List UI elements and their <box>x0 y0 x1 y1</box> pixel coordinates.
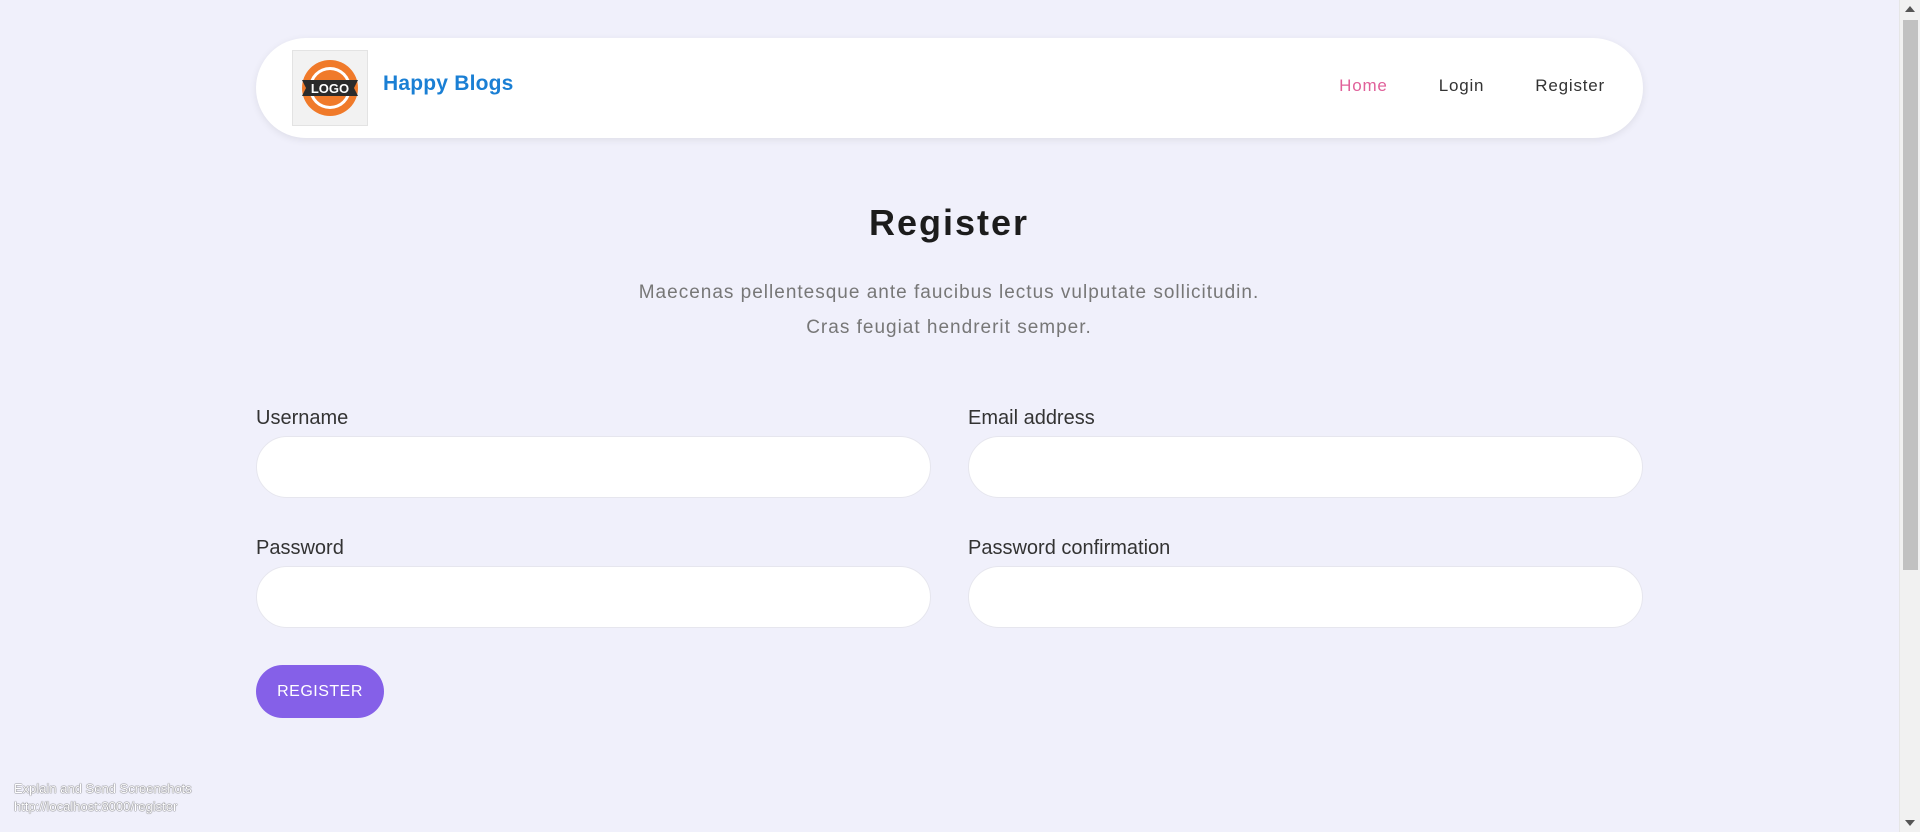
page-subtitle: Maecenas pellentesque ante faucibus lect… <box>0 275 1898 345</box>
overlay-title: Explain and Send Screenshots <box>14 781 192 796</box>
brand-name[interactable]: Happy Blogs <box>383 72 514 96</box>
email-label: Email address <box>968 407 1095 429</box>
scroll-thumb[interactable] <box>1903 20 1918 570</box>
nav-link-login[interactable]: Login <box>1439 76 1485 96</box>
screenshot-overlay: Explain and Send Screenshots http://loca… <box>14 780 192 816</box>
register-button[interactable]: REGISTER <box>256 665 384 718</box>
logo-text: LOGO <box>311 81 349 96</box>
email-field[interactable] <box>968 436 1643 498</box>
password-field[interactable] <box>256 566 931 628</box>
username-field[interactable] <box>256 436 931 498</box>
password-confirmation-label: Password confirmation <box>968 537 1171 559</box>
page: LOGO Happy Blogs Home Login Register Reg… <box>0 0 1920 832</box>
logo-icon: LOGO <box>302 60 358 116</box>
nav-link-register[interactable]: Register <box>1535 76 1605 96</box>
scroll-up-arrow-icon[interactable] <box>1905 6 1915 12</box>
scroll-down-arrow-icon[interactable] <box>1905 820 1915 826</box>
subtitle-line-1: Maecenas pellentesque ante faucibus lect… <box>638 282 1260 303</box>
subtitle-line-2: Cras feugiat hendrerit semper. <box>806 317 1092 338</box>
scrollbar[interactable] <box>1899 0 1920 832</box>
logo[interactable]: LOGO <box>292 50 368 126</box>
nav-link-home[interactable]: Home <box>1339 76 1388 96</box>
page-title: Register <box>868 202 1030 243</box>
overlay-url: http://localhost:8000/register <box>14 799 178 814</box>
username-label: Username <box>256 407 349 429</box>
nav-links: Home Login Register <box>1339 76 1605 96</box>
navbar: LOGO Happy Blogs Home Login Register <box>256 38 1643 138</box>
password-label: Password <box>256 537 344 559</box>
password-confirmation-field[interactable] <box>968 566 1643 628</box>
